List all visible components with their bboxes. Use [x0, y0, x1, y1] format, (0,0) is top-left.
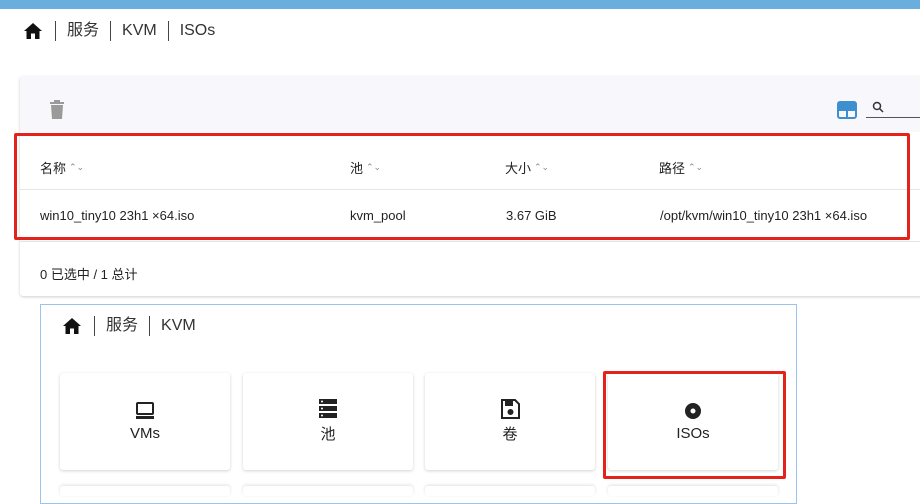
grid-view-icon[interactable] [837, 101, 857, 119]
breadcrumb-separator [55, 21, 56, 41]
tile-vms[interactable]: VMs [60, 373, 230, 470]
home-icon[interactable] [61, 315, 83, 337]
trash-icon[interactable] [48, 100, 68, 120]
search-input[interactable] [866, 98, 920, 118]
home-icon[interactable] [22, 20, 44, 42]
monitor-icon [135, 401, 155, 421]
tile-partial [608, 486, 778, 496]
table-toolbar [20, 76, 920, 132]
tile-label: 池 [320, 426, 336, 443]
breadcrumb-separator [94, 316, 95, 336]
tile-partial [243, 486, 413, 496]
tile-pools[interactable]: 池 [243, 373, 413, 470]
panel-breadcrumb: 服务 KVM [61, 315, 196, 337]
highlight-box-table [14, 133, 910, 240]
server-icon [318, 399, 338, 419]
breadcrumb-item-isos: ISOs [179, 22, 216, 39]
tile-label: VMs [130, 425, 160, 442]
breadcrumb-item-kvm: KVM [161, 317, 196, 334]
tile-label: 卷 [502, 426, 518, 443]
top-accent-bar [0, 0, 920, 9]
breadcrumb-item-kvm[interactable]: KVM [122, 21, 157, 41]
breadcrumb-item-services[interactable]: 服务 [67, 21, 99, 41]
breadcrumb-separator [167, 21, 169, 41]
selection-summary: 0 已选中 / 1 总计 [40, 267, 138, 282]
highlight-box-isos-tile [603, 371, 786, 479]
tile-partial [60, 486, 230, 496]
row-divider [20, 241, 920, 242]
breadcrumb-separator [149, 316, 151, 336]
tile-partial [425, 486, 595, 496]
breadcrumb-item-services[interactable]: 服务 [106, 316, 138, 336]
search-icon [872, 100, 885, 113]
breadcrumb-separator [110, 21, 112, 41]
tile-volumes[interactable]: 卷 [425, 373, 595, 470]
floppy-disk-icon [500, 399, 520, 419]
breadcrumb: 服务 KVM ISOs [22, 20, 215, 42]
